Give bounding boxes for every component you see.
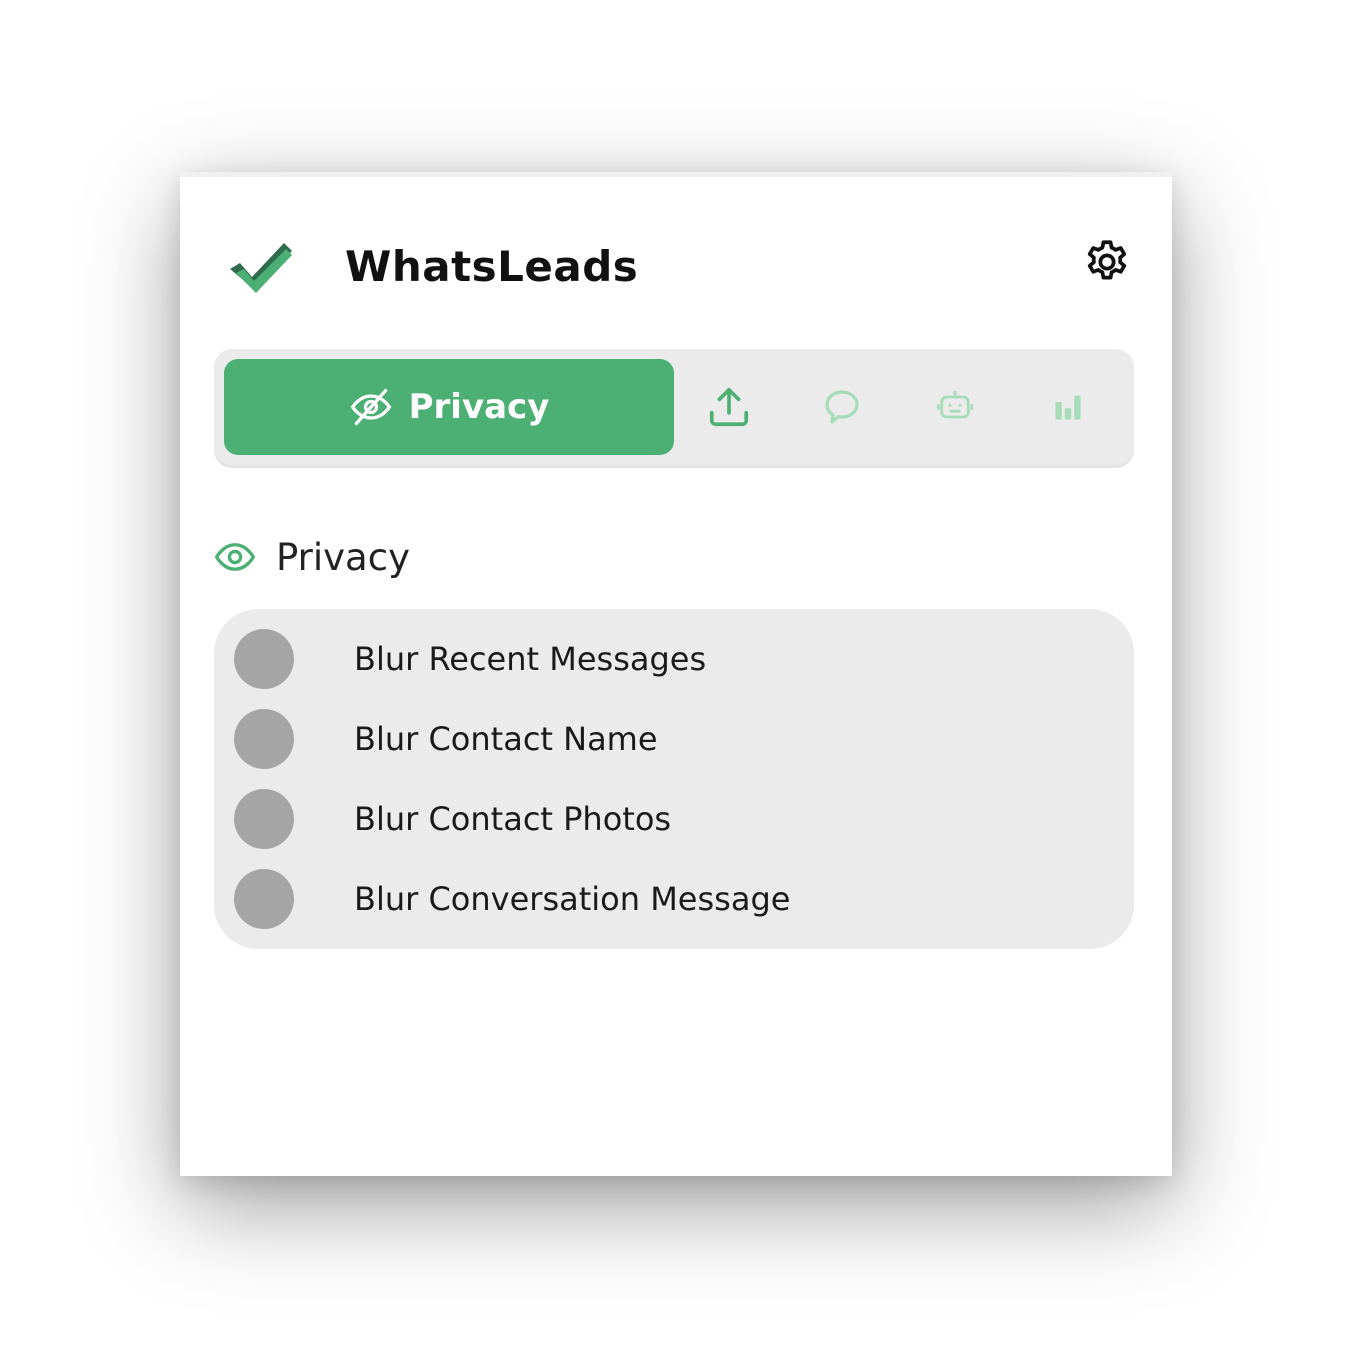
upload-icon: [709, 387, 749, 427]
option-label: Blur Conversation Message: [354, 880, 791, 918]
tab-bot[interactable]: [925, 377, 985, 437]
toggle-switch[interactable]: [234, 629, 294, 689]
option-blur-recent-messages[interactable]: Blur Recent Messages: [214, 619, 1134, 699]
option-blur-conversation-message[interactable]: Blur Conversation Message: [214, 859, 1134, 939]
section-title: Privacy: [276, 535, 410, 579]
section-header: Privacy: [214, 529, 410, 585]
gear-icon[interactable]: [1082, 237, 1132, 287]
extension-popup: WhatsLeads Privacy Privacy Blur Recent M…: [180, 172, 1172, 1176]
toggle-switch[interactable]: [234, 789, 294, 849]
tab-bar: Privacy: [214, 349, 1134, 465]
stage: WhatsLeads Privacy Privacy Blur Recent M…: [0, 0, 1352, 1364]
option-label: Blur Recent Messages: [354, 640, 707, 678]
tab-upload[interactable]: [699, 377, 759, 437]
tab-privacy-label: Privacy: [408, 387, 550, 427]
option-label: Blur Contact Name: [354, 720, 658, 758]
tab-stats[interactable]: [1038, 377, 1098, 437]
bar-chart-icon: [1055, 395, 1081, 420]
toggle-switch[interactable]: [234, 709, 294, 769]
tab-privacy[interactable]: Privacy: [224, 359, 674, 455]
checkmark-logo-icon: [230, 243, 292, 293]
header: WhatsLeads: [180, 177, 1172, 347]
bot-icon: [936, 390, 974, 419]
eye-icon: [214, 543, 256, 571]
app-title: WhatsLeads: [345, 242, 639, 291]
option-label: Blur Contact Photos: [354, 800, 672, 838]
privacy-options-list: Blur Recent Messages Blur Contact Name B…: [214, 609, 1134, 949]
chat-bubble-icon: [825, 390, 859, 424]
option-blur-contact-photos[interactable]: Blur Contact Photos: [214, 779, 1134, 859]
toggle-switch[interactable]: [234, 869, 294, 929]
tab-chat[interactable]: [812, 377, 872, 437]
option-blur-contact-name[interactable]: Blur Contact Name: [214, 699, 1134, 779]
eye-off-icon: [350, 388, 391, 426]
